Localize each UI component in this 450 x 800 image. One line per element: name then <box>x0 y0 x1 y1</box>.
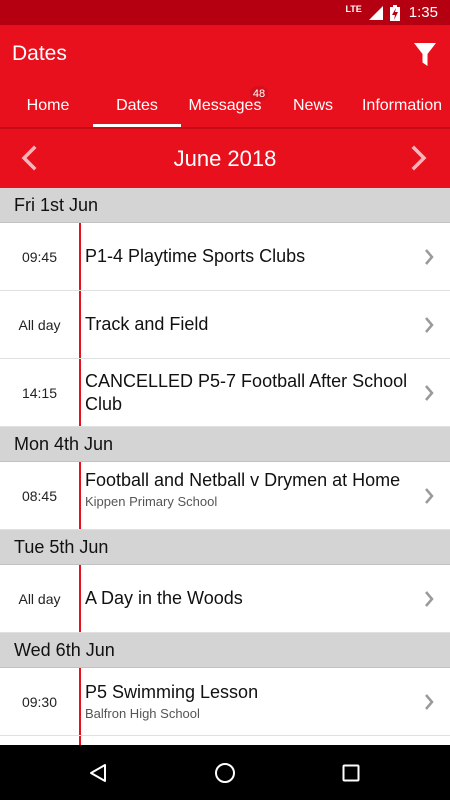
event-time: 09:45 <box>21 248 58 265</box>
event-row[interactable]: 09:45 P1-4 Playtime Sports Clubs <box>0 223 450 291</box>
event-title: P5 Swimming Lesson <box>85 682 259 702</box>
event-time: 08:45 <box>21 487 58 504</box>
tab-home[interactable]: Home <box>0 85 96 127</box>
event-divider <box>79 223 81 290</box>
battery-charging-icon <box>389 4 400 21</box>
tab-label: Information <box>361 97 443 114</box>
event-time: 14:15 <box>21 384 58 401</box>
month-title: June 2018 <box>173 146 277 171</box>
chevron-right-icon <box>425 693 434 710</box>
event-divider <box>79 668 81 735</box>
event-row[interactable]: All day A Day in the Woods <box>0 565 450 633</box>
event-time: 09:30 <box>21 693 58 710</box>
event-divider <box>79 291 81 358</box>
tab-label: Home <box>26 97 70 114</box>
event-title: P1-4 Playtime Sports Clubs <box>85 246 306 266</box>
event-row[interactable]: 14:15 CANCELLED P5-7 Football After Scho… <box>0 359 450 427</box>
recents-icon <box>342 764 360 781</box>
recents-button[interactable] <box>321 745 381 800</box>
chevron-right-icon <box>425 248 434 265</box>
day-header: Wed 6th Jun <box>0 633 450 668</box>
tab-label: Messages <box>188 97 262 114</box>
chevron-right-icon <box>425 590 434 607</box>
event-title: Football and Netball v Drymen at Home <box>85 470 401 490</box>
tab-dates[interactable]: Dates <box>93 85 181 127</box>
back-button[interactable] <box>68 745 128 800</box>
month-selector: June 2018 <box>0 127 450 188</box>
event-divider <box>79 359 81 426</box>
clock: 1:35 <box>408 4 438 21</box>
screen: LTE 1:35 Dates Home Dates Messages 48 Ne… <box>0 0 450 800</box>
home-button[interactable] <box>195 745 255 800</box>
day-header: Tue 5th Jun <box>0 530 450 565</box>
system-nav-bar <box>0 745 450 800</box>
tab-bar: Home Dates Messages 48 News Information <box>0 85 450 127</box>
app-bar: Dates <box>0 25 450 85</box>
event-row[interactable]: 08:45 Football and Netball v Drymen at H… <box>0 462 450 530</box>
event-time: All day <box>18 316 61 333</box>
day-header: Fri 1st Jun <box>0 188 450 223</box>
tab-label: News <box>292 97 333 114</box>
chevron-right-icon <box>425 316 434 333</box>
event-location: Kippen Primary School <box>85 494 218 509</box>
signal-icon <box>368 5 383 20</box>
event-location: Balfron High School <box>85 706 200 721</box>
page-title: Dates <box>12 42 67 65</box>
event-divider <box>79 565 81 632</box>
status-bar: LTE 1:35 <box>0 0 450 25</box>
event-row[interactable]: 09:30 P5 Swimming Lesson Balfron High Sc… <box>0 668 450 736</box>
event-divider <box>79 462 81 529</box>
tab-information[interactable]: Information <box>354 85 450 127</box>
chevron-right-icon[interactable] <box>407 145 431 171</box>
home-icon <box>215 762 235 783</box>
filter-icon[interactable] <box>414 43 436 67</box>
event-title: A Day in the Woods <box>85 588 243 608</box>
event-row[interactable]: All day Track and Field <box>0 291 450 359</box>
network-type: LTE <box>345 4 362 14</box>
event-divider <box>79 736 81 745</box>
back-icon <box>90 763 106 782</box>
day-header: Mon 4th Jun <box>0 427 450 462</box>
tab-news[interactable]: News <box>276 85 350 127</box>
event-title: Track and Field <box>85 314 209 334</box>
status-icons: LTE 1:35 <box>345 0 438 25</box>
chevron-right-icon <box>425 487 434 504</box>
tab-label: Dates <box>116 97 158 114</box>
event-list[interactable]: Fri 1st Jun 09:45 P1-4 Playtime Sports C… <box>0 188 450 745</box>
event-title: CANCELLED P5-7 Football After School Clu… <box>85 370 408 414</box>
messages-count-badge: 48 <box>250 86 268 101</box>
chevron-right-icon <box>425 384 434 401</box>
event-row-partial[interactable] <box>0 736 450 745</box>
event-time: All day <box>18 590 61 607</box>
